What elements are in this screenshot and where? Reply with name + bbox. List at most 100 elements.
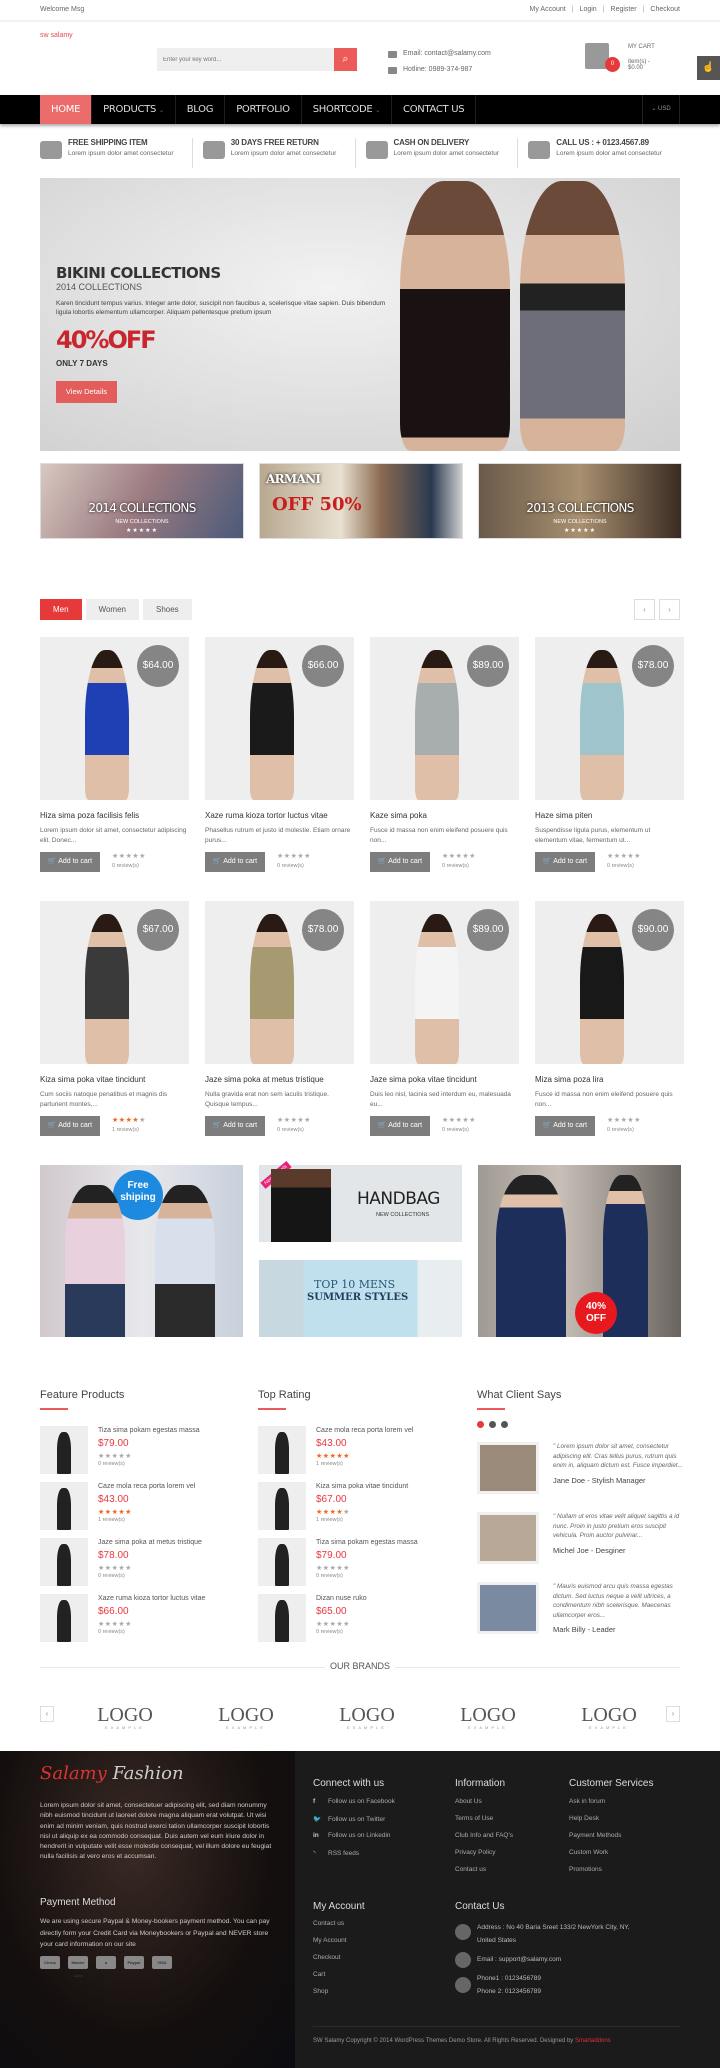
footer-link[interactable]: Help Desk	[569, 1815, 653, 1832]
linkedin-link[interactable]: in Follow us on Linkedin	[313, 1832, 395, 1849]
product-name[interactable]: Jaze sima poka at metus tristique	[205, 1075, 354, 1084]
brands-next-button[interactable]: ›	[666, 1706, 680, 1722]
my-account-link[interactable]: My Account	[530, 6, 566, 13]
tab-women[interactable]: Women	[85, 599, 139, 620]
brand-logo[interactable]: LOGO EXAMPLE	[95, 1704, 155, 1730]
product-image[interactable]: $78.00	[535, 637, 684, 800]
nav-contact-us[interactable]: Contact Us	[392, 95, 477, 124]
next-button[interactable]: ›	[659, 599, 680, 620]
brands-prev-button[interactable]: ‹	[40, 1706, 54, 1722]
dot[interactable]	[477, 1421, 484, 1428]
tab-shoes[interactable]: Shoes	[142, 599, 192, 620]
rss-link[interactable]: ◝ RSS feeds	[313, 1849, 395, 1866]
banner-2014-collections[interactable]: 2014 COLLECTIONS NEW COLLECTIONS ★★★★★	[40, 463, 244, 539]
prev-button[interactable]: ‹	[634, 599, 655, 620]
register-link[interactable]: Register	[611, 6, 637, 13]
brand-logo[interactable]: LOGO EXAMPLE	[458, 1704, 518, 1730]
product-image[interactable]: $90.00	[535, 901, 684, 1064]
add-to-cart-button[interactable]: 🛒 Add to cart	[205, 852, 265, 872]
view-details-button[interactable]: View Details	[56, 381, 117, 403]
footer-link[interactable]: Payment Methods	[569, 1832, 653, 1849]
add-to-cart-button[interactable]: 🛒 Add to cart	[205, 1116, 265, 1136]
footer-link[interactable]: Shop	[313, 1988, 365, 2005]
product-thumbnail[interactable]	[40, 1594, 88, 1642]
nav-home[interactable]: Home	[40, 95, 93, 124]
banner-2013-collections[interactable]: 2013 COLLECTIONS NEW COLLECTIONS ★★★★★	[478, 463, 682, 539]
facebook-link[interactable]: f Follow us on Facebook	[313, 1798, 395, 1815]
add-to-cart-button[interactable]: 🛒 Add to cart	[535, 1116, 595, 1136]
add-to-cart-button[interactable]: 🛒 Add to cart	[370, 852, 430, 872]
product-image[interactable]: $89.00	[370, 901, 519, 1064]
search-button[interactable]: ⌕	[334, 48, 357, 71]
nav-products[interactable]: Products ⌄	[92, 95, 176, 124]
footer-link[interactable]: About Us	[455, 1798, 513, 1815]
checkout-link[interactable]: Checkout	[650, 6, 680, 13]
product-image[interactable]: $89.00	[370, 637, 519, 800]
product-name[interactable]: Caze mola reca porta lorem vel	[316, 1427, 413, 1434]
footer-link[interactable]: Terms of Use	[455, 1815, 513, 1832]
product-thumbnail[interactable]	[258, 1426, 306, 1474]
product-thumbnail[interactable]	[40, 1426, 88, 1474]
product-image[interactable]: $66.00	[205, 637, 354, 800]
product-image[interactable]: $67.00	[40, 901, 189, 1064]
footer-link[interactable]: Contact us	[313, 1920, 365, 1937]
promo-handbag[interactable]: New Arrivals HANDBAG NEW COLLECTIONS	[259, 1161, 462, 1242]
promo-free-shipping[interactable]: Free shiping	[40, 1165, 243, 1337]
designer-link[interactable]: Smartaddons	[575, 2038, 611, 2044]
add-to-cart-button[interactable]: 🛒 Add to cart	[40, 1116, 100, 1136]
product-image[interactable]: $64.00	[40, 637, 189, 800]
product-name[interactable]: Miza sima poza lira	[535, 1075, 684, 1084]
product-thumbnail[interactable]	[258, 1594, 306, 1642]
dot[interactable]	[489, 1421, 496, 1428]
product-name[interactable]: Caze mola reca porta lorem vel	[98, 1483, 195, 1490]
product-name[interactable]: Tiza sima pokam egestas massa	[316, 1539, 418, 1546]
tab-men[interactable]: Men	[40, 599, 82, 620]
product-name[interactable]: Kiza sima poka vitae tincidunt	[316, 1483, 408, 1490]
product-name[interactable]: Hiza sima poza facilisis felis	[40, 811, 189, 820]
site-logo[interactable]: sw salamy	[40, 32, 73, 39]
brand-logo[interactable]: LOGO EXAMPLE	[337, 1704, 397, 1730]
footer-link[interactable]: Ask in forum	[569, 1798, 653, 1815]
product-name[interactable]: Tiza sima pokam egestas massa	[98, 1427, 200, 1434]
hero-slider[interactable]: BIKINI COLLECTIONS 2014 COLLECTIONS Kare…	[40, 178, 680, 451]
footer-link[interactable]: Checkout	[313, 1954, 365, 1971]
search-input[interactable]	[157, 48, 332, 71]
add-to-cart-button[interactable]: 🛒 Add to cart	[40, 852, 100, 872]
product-name[interactable]: Dizan nuse ruko	[316, 1595, 367, 1602]
nav-blog[interactable]: Blog	[176, 95, 226, 124]
mini-cart[interactable]: 0 MY CART item(s) - $0.00	[585, 41, 665, 76]
nav-shortcode[interactable]: Shortcode ⌄	[302, 95, 393, 124]
product-thumbnail[interactable]	[258, 1538, 306, 1586]
dot[interactable]	[501, 1421, 508, 1428]
product-name[interactable]: Jaze sima poka vitae tincidunt	[370, 1075, 519, 1084]
footer-link[interactable]: Promotions	[569, 1866, 653, 1883]
footer-link[interactable]: Custom Work	[569, 1849, 653, 1866]
footer-link[interactable]: Privacy Policy	[455, 1849, 513, 1866]
side-panel-button[interactable]: ☝	[697, 56, 720, 80]
product-name[interactable]: Xaze ruma kioza tortor luctus vitae	[98, 1595, 205, 1602]
product-thumbnail[interactable]	[258, 1482, 306, 1530]
promo-summer-styles[interactable]: TOP 10 MENS SUMMER STYLES	[259, 1260, 462, 1337]
currency-selector[interactable]: ⌄ USD	[642, 95, 680, 124]
add-to-cart-button[interactable]: 🛒 Add to cart	[370, 1116, 430, 1136]
banner-armani[interactable]: ARMANI OFF 50%	[259, 463, 463, 539]
footer-link[interactable]: Club Info and FAQ's	[455, 1832, 513, 1849]
footer-link[interactable]: My Account	[313, 1937, 365, 1954]
product-name[interactable]: Xaze ruma kioza tortor luctus vitae	[205, 811, 354, 820]
product-name[interactable]: Haze sima piten	[535, 811, 684, 820]
product-name[interactable]: Jaze sima poka at metus tristique	[98, 1539, 202, 1546]
product-name[interactable]: Kaze sima poka	[370, 811, 519, 820]
add-to-cart-button[interactable]: 🛒 Add to cart	[535, 852, 595, 872]
product-thumbnail[interactable]	[40, 1538, 88, 1586]
footer-link[interactable]: Contact us	[455, 1866, 513, 1883]
footer-email[interactable]: Email : support@salamy.com	[477, 1952, 561, 1968]
twitter-link[interactable]: 🐦 Follow us on Twitter	[313, 1815, 395, 1832]
nav-portfolio[interactable]: Portfolio	[225, 95, 302, 124]
footer-link[interactable]: Cart	[313, 1971, 365, 1988]
product-name[interactable]: Kiza sima poka vitae tincidunt	[40, 1075, 189, 1084]
brand-logo[interactable]: LOGO EXAMPLE	[216, 1704, 276, 1730]
brand-logo[interactable]: LOGO EXAMPLE	[579, 1704, 639, 1730]
product-thumbnail[interactable]	[40, 1482, 88, 1530]
login-link[interactable]: Login	[580, 6, 597, 13]
promo-40-off[interactable]: 40% OFF	[478, 1165, 681, 1337]
